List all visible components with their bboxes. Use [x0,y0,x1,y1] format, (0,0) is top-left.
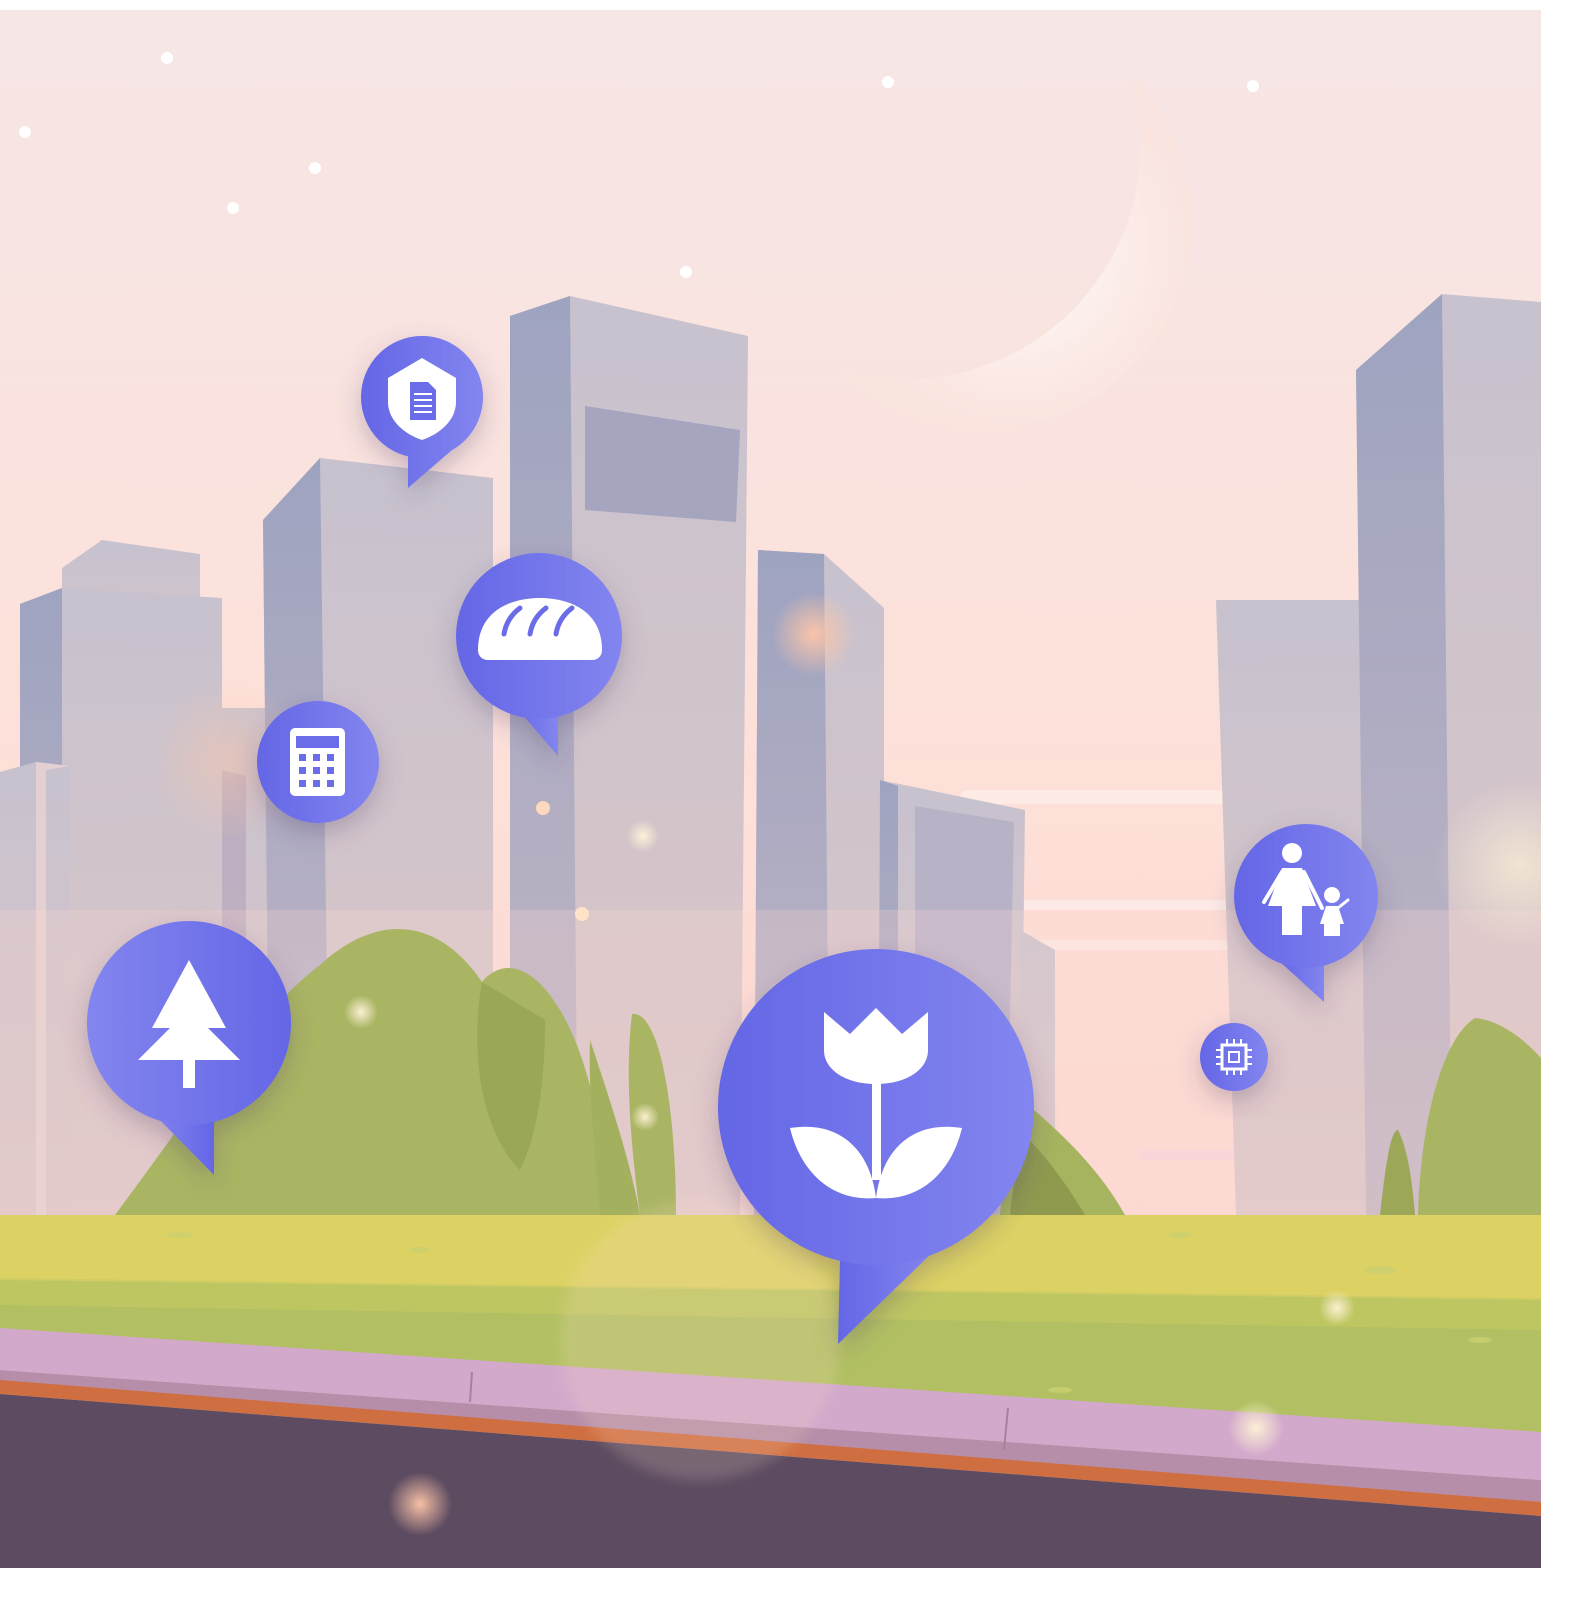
city-illustration [0,10,1541,1568]
calculator-icon [290,728,345,796]
scene-svg [0,10,1541,1568]
pin-calculator[interactable] [257,701,379,823]
pin-chip[interactable] [1200,1023,1268,1091]
